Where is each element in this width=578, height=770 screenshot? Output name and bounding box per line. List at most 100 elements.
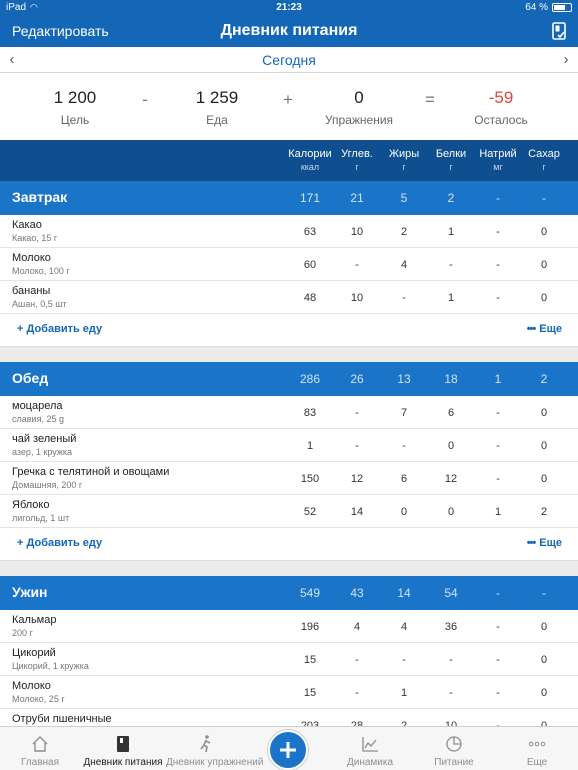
more-button[interactable]: ••• Еще [527, 323, 562, 335]
food-row[interactable]: Какао Какао, 15 г 63 10 2 1 - 0 [0, 215, 578, 248]
meal-header-dinner[interactable]: Ужин 549 43 14 54 - - [0, 576, 578, 610]
food-description: Молоко, 25 г [12, 694, 65, 704]
tab-home[interactable]: Главная [0, 727, 80, 770]
food-row[interactable]: Отруби пшеничные 203 28 2 10 - 0 [0, 709, 578, 726]
schedule-check-icon[interactable] [552, 22, 566, 40]
food-row[interactable]: моцарела славия, 25 g 83 - 7 6 - 0 [0, 396, 578, 429]
pie-chart-icon [446, 736, 462, 752]
column-sugar: Сахар г [516, 148, 572, 172]
food-sugar: 0 [540, 654, 548, 666]
add-food-button[interactable]: + Добавить еду [17, 323, 102, 335]
tab-nutrition[interactable]: Питание [414, 727, 494, 770]
food-description: Молоко, 100 г [12, 266, 70, 276]
battery-percent: 64 % [525, 2, 548, 13]
remaining-summary: -59 Осталось [441, 88, 561, 127]
quick-add-button[interactable] [268, 730, 308, 770]
exercise-value: 0 [354, 88, 364, 107]
food-summary: 1 259 Еда [157, 88, 277, 127]
food-sugar: 0 [540, 226, 548, 238]
more-label: Еще [539, 323, 562, 335]
food-sugar: 0 [540, 687, 548, 699]
goal-summary: 1 200 Цель [15, 88, 135, 127]
tab-exercise-diary[interactable]: Дневник упражнений [166, 727, 264, 770]
column-name: Сахар [528, 148, 560, 160]
food-sugar: 0 [540, 473, 548, 485]
food-name: Какао [12, 219, 42, 231]
plus-operator: + [283, 90, 293, 109]
food-name: моцарела [12, 400, 63, 412]
exercise-label: Упражнения [324, 113, 394, 127]
edit-button[interactable]: Редактировать [12, 23, 109, 39]
food-description: славия, 25 g [12, 414, 64, 424]
previous-day-chevron-icon[interactable]: ‹ [2, 51, 22, 68]
calorie-summary: 1 200 Цель - 1 259 Еда + 0 Упражнения = … [0, 74, 578, 140]
food-sugar: 0 [540, 440, 548, 452]
food-name: Гречка с телятиной и овощами [12, 466, 170, 478]
food-sugar: 2 [540, 506, 548, 518]
equals-operator: = [425, 90, 435, 109]
food-sugar: 0 [540, 292, 548, 304]
food-row[interactable]: Цикорий Цикорий, 1 кружка 15 - - - - 0 [0, 643, 578, 676]
food-sugar: 0 [540, 407, 548, 419]
food-value: 1 259 [195, 88, 239, 107]
food-row[interactable]: Молоко Молоко, 100 г 60 - 4 - - 0 [0, 248, 578, 281]
date-selector: ‹ Сегодня › [0, 47, 578, 73]
meal-total-sugar: 2 [540, 372, 548, 386]
tab-label: Главная [20, 757, 60, 768]
diary-book-icon [117, 736, 129, 752]
minus-operator: - [142, 90, 148, 109]
lunch-actions: + Добавить еду ••• Еще [0, 528, 578, 560]
remaining-label: Осталось [474, 113, 528, 127]
plus-icon [280, 742, 296, 758]
exercise-summary: 0 Упражнения [299, 88, 419, 127]
tab-more[interactable]: Еще [497, 727, 577, 770]
food-sugar: 0 [540, 621, 548, 633]
food-row[interactable]: Яблоко лигольд, 1 шт 52 14 0 0 1 2 [0, 495, 578, 528]
food-description: Ашан, 0,5 шт [12, 299, 67, 309]
food-name: чай зеленый [12, 433, 77, 445]
current-date[interactable]: Сегодня [0, 52, 578, 68]
food-row[interactable]: Гречка с телятиной и овощами Домашняя, 2… [0, 462, 578, 495]
more-dots-icon: ••• [526, 323, 537, 335]
food-name: Цикорий [12, 647, 56, 659]
nutrient-column-header: Калории ккал Углев. г Жиры г Белки г Нат… [0, 140, 578, 181]
clock: 21:23 [276, 2, 302, 13]
goal-label: Цель [60, 113, 90, 127]
food-name: Кальмар [12, 614, 57, 626]
add-food-button[interactable]: + Добавить еду [17, 537, 102, 549]
nav-bar: Редактировать Дневник питания [0, 16, 578, 47]
food-name: Молоко [12, 680, 51, 692]
section-divider [0, 346, 578, 362]
chart-icon [362, 737, 378, 752]
food-row[interactable]: чай зеленый азер, 1 кружка 1 - - 0 - 0 [0, 429, 578, 462]
tab-label: Питание [434, 757, 474, 768]
meal-header-breakfast[interactable]: Завтрак 171 21 5 2 - - [0, 181, 578, 215]
status-bar: iPad ◠ 21:23 64 % [0, 0, 578, 16]
food-description: лигольд, 1 шт [12, 513, 70, 523]
more-button[interactable]: ••• Еще [527, 537, 562, 549]
food-name: Молоко [12, 252, 51, 264]
food-description: Домашняя, 200 г [12, 480, 83, 490]
battery-icon [552, 3, 572, 12]
meal-header-lunch[interactable]: Обед 286 26 13 18 1 2 [0, 362, 578, 396]
food-row[interactable]: Молоко Молоко, 25 г 15 - 1 - - 0 [0, 676, 578, 709]
column-unit: г [542, 162, 546, 172]
food-label: Еда [206, 113, 228, 127]
food-name: Отруби пшеничные [12, 713, 112, 725]
section-divider [0, 560, 578, 576]
food-row[interactable]: бананы Ашан, 0,5 шт 48 10 - 1 - 0 [0, 281, 578, 314]
next-day-chevron-icon[interactable]: › [556, 51, 576, 68]
meal-total-sugar: - [542, 586, 546, 600]
tab-label: Дневник упражнений [166, 757, 264, 768]
running-man-icon [200, 735, 211, 753]
food-description: азер, 1 кружка [12, 447, 73, 457]
tab-label: Еще [526, 757, 548, 768]
more-dots-icon [528, 741, 546, 747]
home-icon [32, 736, 48, 752]
meal-name: Завтрак [12, 189, 68, 205]
tab-progress[interactable]: Динамика [330, 727, 410, 770]
meal-name: Обед [12, 370, 49, 386]
food-row[interactable]: Кальмар 200 г 196 4 4 36 - 0 [0, 610, 578, 643]
tab-label: Дневник питания [83, 757, 163, 768]
tab-food-diary[interactable]: Дневник питания [83, 727, 163, 770]
